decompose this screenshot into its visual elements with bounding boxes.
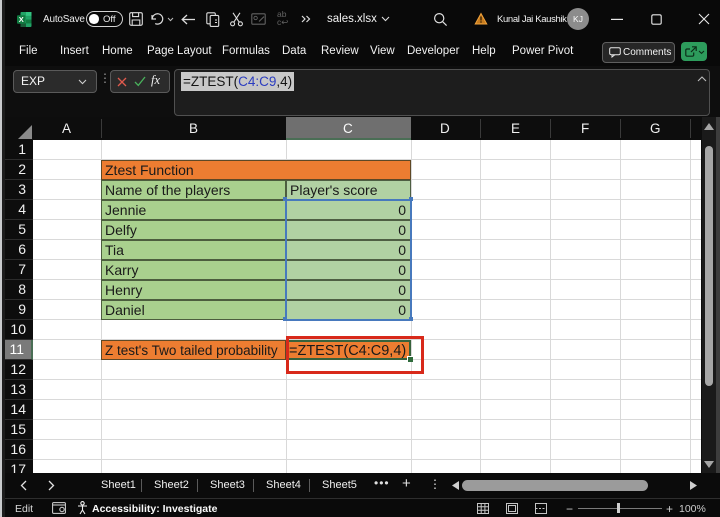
svg-text:X: X bbox=[19, 15, 24, 24]
